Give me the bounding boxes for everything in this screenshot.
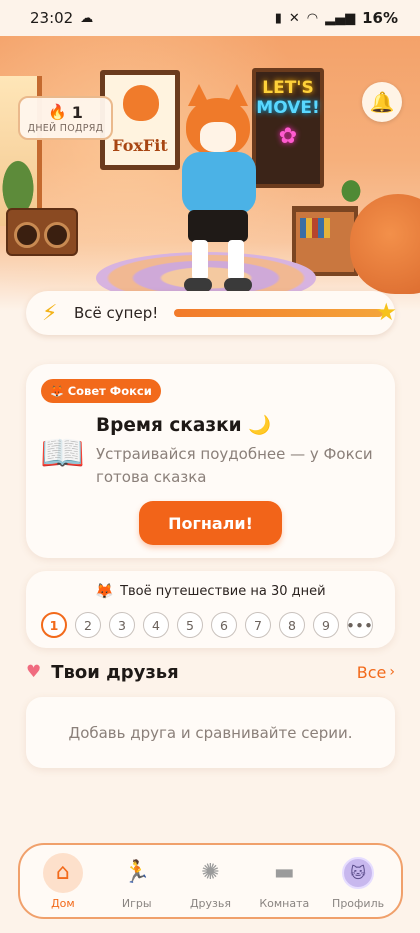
lightning-icon: ⚡ [42,300,58,326]
mood-label: Всё супер! [74,304,159,322]
tip-tag-label: Совет Фокси [67,384,152,398]
day-button[interactable]: 9 [313,612,339,638]
streak-count: 1 [71,102,83,122]
streak-badge[interactable]: 🔥 1 ДНЕЙ ПОДРЯД [18,96,113,140]
tip-text: Устраивайся поудобнее — у Фокси готова с… [96,445,373,486]
nav-item-games[interactable]: 🏃 Игры [103,853,171,910]
day-button[interactable]: 8 [279,612,305,638]
mood-progress: ★ [174,298,397,326]
bell-icon: 🔔 [369,90,395,114]
wifi-icon: ◠ [306,10,319,26]
streak-label: ДНЕЙ ПОДРЯД [27,122,104,134]
status-right: ▮ ✕ ◠ ▂▄▆ 16% [275,9,398,27]
status-left: 23:02 ☁ [30,9,93,27]
friends-heading: ♥ Твои друзья [26,662,179,683]
sofa-icon: ▬ [273,860,295,885]
day-button[interactable]: 3 [109,612,135,638]
home-icon: ⌂ [55,860,70,885]
nav-item-room[interactable]: ▬ Комната [250,853,318,910]
battery-level: 16% [362,9,398,27]
day-button[interactable]: 1 [41,612,67,638]
neon-line-1: LET'S [262,78,314,98]
fox-logo-icon [123,85,159,121]
nav-label: Комната [259,896,310,910]
nav-item-profile[interactable]: 🐱 Профиль [324,853,392,910]
day-button[interactable]: 7 [245,612,271,638]
see-all-label: Все [356,662,387,682]
mascot-face [200,122,236,152]
status-time: 23:02 [30,9,74,27]
fox-icon: 🦊 [95,582,115,600]
plant-icon [0,146,42,216]
games-icon: 🏃 [122,860,151,885]
tip-tag: 🦊 Совет Фокси [41,379,161,403]
day-row: 1 2 3 4 5 6 7 8 9 ••• [41,612,373,638]
go-button[interactable]: Погнали! [139,501,282,545]
nav-icon-wrap: 🏃 [117,853,157,893]
mascot-leg [192,240,208,280]
nav-label: Профиль [332,896,385,910]
nav-label: Игры [121,896,152,910]
flame-icon: 🔥 [48,103,67,121]
battery-saver-icon: ▮ [274,10,282,26]
day-button[interactable]: 5 [177,612,203,638]
avatar: 🐱 [342,856,375,889]
fox-mascot[interactable] [168,84,268,292]
day-button[interactable]: 2 [75,612,101,638]
journey-card: 🦊 Твоё путешествие на 30 дней 1 2 3 4 5 … [26,571,395,648]
nav-icon-wrap: ▬ [264,853,304,893]
moon-icon: 🌙 [248,415,272,436]
more-days-button[interactable]: ••• [347,612,373,638]
day-button[interactable]: 4 [143,612,169,638]
fox-icon: 🦊 [50,384,64,398]
books [300,218,330,238]
nav-label: Друзья [189,896,231,910]
bottom-nav: ⌂ Дом 🏃 Игры ✺ Друзья ▬ Комната 🐱 Профил… [18,843,403,919]
nav-label: Дом [51,896,75,910]
paw-icon: ✿ [278,123,298,149]
mascot-head [186,84,250,156]
tip-title: Время сказки 🌙 [96,414,271,436]
mascot-shoe [224,278,252,292]
nav-icon-wrap: 🐱 [338,853,378,893]
open-book-icon: 📖 [40,433,85,474]
mascot-shorts [188,210,248,242]
journey-title: 🦊 Твоё путешествие на 30 дней [26,582,395,600]
notifications-button[interactable]: 🔔 [362,82,402,122]
poster-text: FoxFit [112,136,168,155]
mascot-leg [228,240,244,280]
chevron-right-icon: › [389,664,395,680]
cloud-icon: ☁ [80,10,94,26]
mascot-shoe [184,278,212,292]
friends-header: ♥ Твои друзья Все › [26,659,395,685]
journey-title-text: Твоё путешествие на 30 дней [120,583,326,599]
status-bar: 23:02 ☁ ▮ ✕ ◠ ▂▄▆ 16% [0,0,420,36]
streak-top: 🔥 1 [48,103,83,122]
friends-empty-text: Добавь друга и сравнивайте серии. [68,723,353,742]
nav-item-home[interactable]: ⌂ Дом [29,852,97,910]
add-friend-card[interactable]: Добавь друга и сравнивайте серии. [26,697,395,768]
friends-icon: ✺ [201,860,220,885]
signal-icon: ▂▄▆ [325,10,356,26]
boombox-icon [6,208,78,256]
tip-title-text: Время сказки [96,415,242,436]
see-all-friends-link[interactable]: Все › [357,663,395,682]
mascot-hoodie [182,152,256,214]
nav-item-friends[interactable]: ✺ Друзья [176,853,244,910]
heart-icon: ♥ [26,662,42,682]
day-button[interactable]: 6 [211,612,237,638]
friends-title: Твои друзья [51,661,179,683]
nav-icon-wrap: ⌂ [42,852,83,893]
star-icon: ★ [375,298,397,326]
mute-icon: ✕ [288,10,300,26]
potted-plant-icon [338,176,364,206]
mood-bar[interactable]: ⚡ Всё супер! ★ [26,291,397,335]
nav-icon-wrap: ✺ [190,853,230,893]
hero-scene: FoxFit LET'S MOVE! ✿ 🔥 1 ДНЕЙ ПОДРЯД 🔔 [0,36,420,311]
tip-card: 🦊 Совет Фокси 📖 Время сказки 🌙 Устраивай… [26,364,395,558]
